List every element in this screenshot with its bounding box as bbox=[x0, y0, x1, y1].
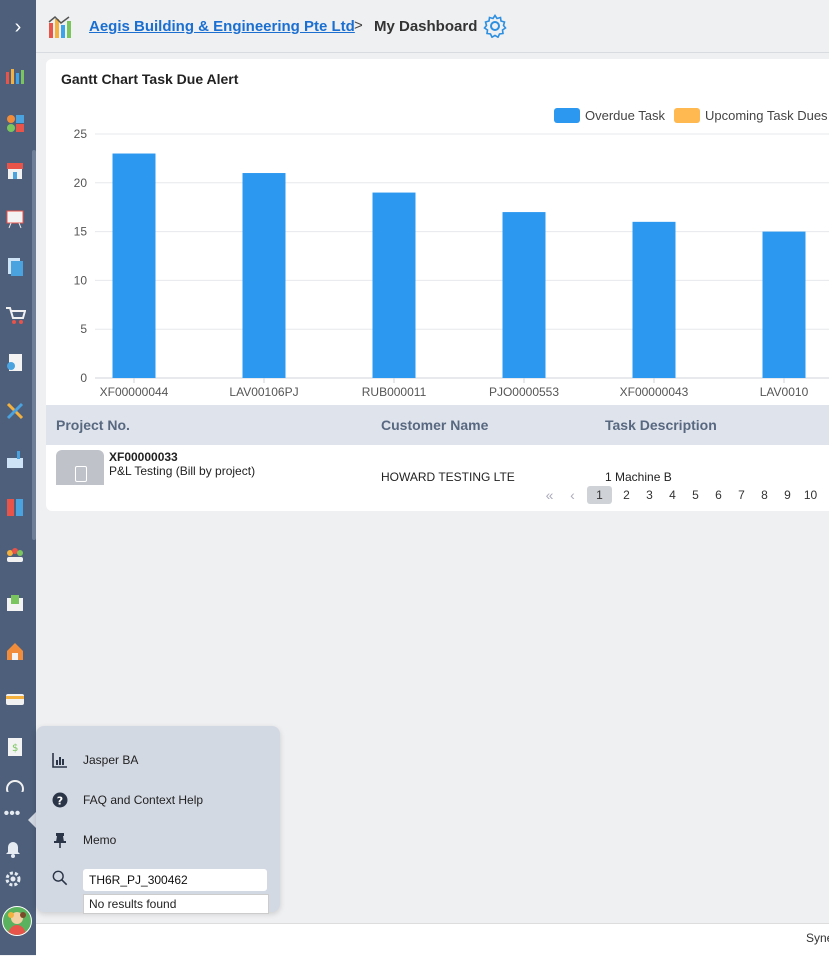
invoice-icon[interactable]: $ bbox=[4, 736, 26, 758]
document-icon bbox=[75, 466, 87, 482]
legend-label-overdue: Overdue Task bbox=[585, 108, 665, 123]
store-icon[interactable] bbox=[4, 160, 26, 182]
y-tick-label: 0 bbox=[80, 371, 87, 385]
legend-swatch-upcoming bbox=[673, 108, 700, 123]
y-tick-label: 25 bbox=[74, 127, 88, 141]
search-no-results: No results found bbox=[83, 894, 269, 914]
user-avatar[interactable] bbox=[2, 906, 32, 936]
search-input[interactable] bbox=[83, 869, 267, 891]
footer: Syne bbox=[36, 923, 829, 956]
bar[interactable] bbox=[242, 173, 286, 378]
pagination: « ‹ 1 2 3 4 5 6 7 8 9 10 bbox=[541, 486, 825, 504]
menu-item-label: FAQ and Context Help bbox=[83, 793, 204, 807]
popup-arrow bbox=[28, 812, 36, 828]
menu-item-memo[interactable]: Memo bbox=[52, 832, 116, 848]
task-description: 1 Machine B bbox=[605, 470, 672, 484]
page-8[interactable]: 8 bbox=[756, 488, 773, 502]
contact-document-icon[interactable] bbox=[4, 352, 26, 374]
modules-icon[interactable] bbox=[4, 112, 26, 134]
bar[interactable] bbox=[502, 212, 546, 378]
bar-chart: 0 5 10 15 20 25 XF00000044 LAV00106PJ RUB000011 P… bbox=[74, 127, 829, 399]
widget-title: Gantt Chart Task Due Alert bbox=[61, 71, 239, 87]
pin-icon bbox=[52, 832, 68, 848]
breadcrumb-separator: > bbox=[354, 17, 363, 34]
bar[interactable] bbox=[112, 153, 156, 378]
page-7[interactable]: 7 bbox=[733, 488, 750, 502]
partial-icon[interactable] bbox=[4, 780, 26, 792]
more-icon[interactable]: ••• bbox=[0, 805, 30, 823]
sidebar-expand-chevron-icon[interactable]: › bbox=[0, 8, 36, 46]
column-header-task-description[interactable]: Task Description bbox=[605, 417, 717, 433]
bell-icon[interactable] bbox=[0, 840, 31, 863]
footer-text: Syne bbox=[806, 931, 829, 945]
svg-text:$: $ bbox=[12, 743, 18, 754]
breadcrumb-company-link[interactable]: Aegis Building & Engineering Pte Ltd bbox=[89, 18, 355, 35]
more-menu-popup: Jasper BA ? FAQ and Context Help Memo No… bbox=[36, 726, 280, 914]
y-tick-label: 5 bbox=[80, 322, 87, 336]
page-3[interactable]: 3 bbox=[641, 488, 658, 502]
page-9[interactable]: 9 bbox=[779, 488, 796, 502]
x-tick-label: XF00000044 bbox=[100, 385, 169, 399]
column-header-project-no[interactable]: Project No. bbox=[56, 417, 130, 433]
prev-page-icon[interactable]: ‹ bbox=[564, 487, 581, 503]
app-logo-icon bbox=[47, 14, 73, 40]
settings-icon[interactable] bbox=[0, 870, 31, 893]
legend-label-upcoming: Upcoming Task Dues I bbox=[704, 108, 829, 123]
dashboard-icon[interactable] bbox=[4, 64, 26, 86]
top-bar: Aegis Building & Engineering Pte Ltd > M… bbox=[36, 0, 829, 53]
menu-item-label: Memo bbox=[83, 833, 117, 847]
legend-item-overdue[interactable]: Overdue Task bbox=[554, 108, 665, 123]
page-title: My Dashboard bbox=[374, 18, 478, 35]
customer-name: HOWARD TESTING LTE bbox=[381, 470, 515, 484]
x-tick-label: PJO0000553 bbox=[489, 385, 559, 399]
legend-swatch-overdue bbox=[554, 108, 580, 123]
home-icon[interactable] bbox=[4, 640, 26, 662]
column-header-customer-name[interactable]: Customer Name bbox=[381, 417, 488, 433]
y-tick-label: 15 bbox=[74, 225, 88, 239]
project-thumbnail bbox=[56, 450, 104, 485]
page-4[interactable]: 4 bbox=[664, 488, 681, 502]
x-tick-label: RUB000011 bbox=[362, 385, 427, 399]
reports-icon[interactable] bbox=[4, 496, 26, 518]
project-description: P&L Testing (Bill by project) bbox=[109, 464, 256, 478]
menu-item-jasper-ba[interactable]: Jasper BA bbox=[52, 752, 138, 768]
page-2[interactable]: 2 bbox=[618, 488, 635, 502]
first-page-icon[interactable]: « bbox=[541, 487, 558, 503]
table-header: Project No. Customer Name Task Descripti… bbox=[46, 405, 829, 445]
y-tick-label: 10 bbox=[74, 273, 88, 287]
documents-icon[interactable] bbox=[4, 256, 26, 278]
cart-icon[interactable] bbox=[4, 304, 26, 326]
search-icon[interactable] bbox=[52, 870, 83, 886]
bar[interactable] bbox=[632, 221, 676, 378]
help-icon: ? bbox=[52, 792, 68, 808]
x-tick-label: LAV00106PJ bbox=[229, 385, 298, 399]
y-tick-label: 20 bbox=[74, 176, 88, 190]
page-5[interactable]: 5 bbox=[687, 488, 704, 502]
dashboard-settings-gear-icon[interactable] bbox=[483, 14, 507, 39]
svg-text:?: ? bbox=[57, 795, 63, 808]
page-10[interactable]: 10 bbox=[802, 488, 819, 502]
presentation-icon[interactable] bbox=[4, 208, 26, 230]
x-tick-label: LAV0010 bbox=[760, 385, 809, 399]
sidebar-scrollbar[interactable] bbox=[32, 150, 36, 540]
inbox-icon[interactable] bbox=[4, 592, 26, 614]
tools-icon[interactable] bbox=[4, 400, 26, 422]
project-number[interactable]: XF00000033 bbox=[109, 450, 178, 464]
gantt-alert-widget: Gantt Chart Task Due Alert Overdue Task … bbox=[46, 59, 829, 511]
bar[interactable] bbox=[762, 231, 806, 378]
page-6[interactable]: 6 bbox=[710, 488, 727, 502]
factory-icon[interactable] bbox=[4, 448, 26, 470]
menu-item-faq-help[interactable]: ? FAQ and Context Help bbox=[52, 792, 203, 808]
menu-item-label: Jasper BA bbox=[83, 753, 139, 767]
payment-card-icon[interactable] bbox=[4, 688, 26, 710]
bar-chart-icon bbox=[52, 752, 68, 768]
bar[interactable] bbox=[372, 192, 416, 378]
magnifier-icon bbox=[52, 870, 68, 886]
users-icon[interactable] bbox=[4, 544, 26, 566]
chart-legend: Overdue Task Upcoming Task Dues I bbox=[554, 108, 829, 123]
x-tick-label: XF00000043 bbox=[620, 385, 689, 399]
legend-item-upcoming[interactable]: Upcoming Task Dues I bbox=[673, 108, 829, 123]
page-1[interactable]: 1 bbox=[587, 486, 612, 504]
